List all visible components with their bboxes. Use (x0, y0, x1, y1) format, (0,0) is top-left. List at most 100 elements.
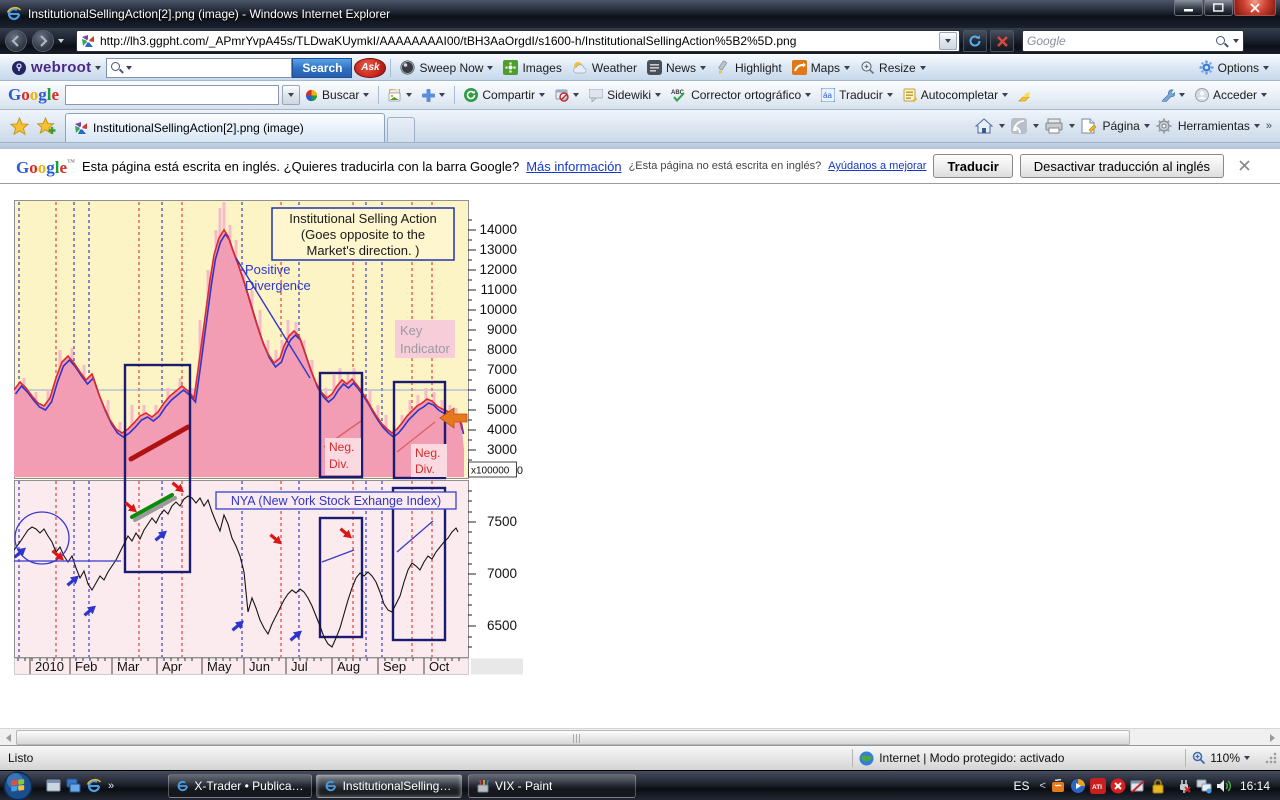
search-icon[interactable] (1215, 35, 1228, 48)
google-translate-bar: Google™ Esta página está escrita en ingl… (0, 149, 1280, 184)
clock[interactable]: 16:14 (1240, 779, 1270, 793)
add-gadget-button[interactable] (422, 89, 445, 102)
add-favorite-icon[interactable] (37, 117, 57, 136)
help-improve-link[interactable]: Ayúdanos a mejorar (828, 160, 926, 172)
close-button[interactable] (1234, 0, 1276, 16)
positive-divergence-label1: Positive (245, 262, 291, 277)
quicklaunch-switch-windows-icon[interactable] (66, 778, 82, 794)
active-tab[interactable]: InstitutionalSellingAction[2].png (image… (65, 113, 385, 142)
autofill-button[interactable]: Autocompletar (903, 88, 1008, 102)
buscar-button[interactable]: Buscar (305, 88, 369, 102)
chart-image[interactable]: Institutional Selling Action (Goes oppos… (14, 200, 524, 676)
popup-blocker-button[interactable] (555, 88, 579, 102)
spellcheck-button[interactable]: ABC Corrector ortográfico (671, 88, 811, 102)
scroll-right-arrow[interactable] (1264, 730, 1280, 745)
nya-label: NYA (New York Stock Exhange Index) (231, 494, 441, 508)
favorites-star-icon[interactable] (10, 117, 29, 136)
svg-text:Oct: Oct (429, 659, 450, 674)
language-indicator[interactable]: ES (1014, 779, 1030, 793)
pagina-button[interactable]: Página (1102, 119, 1149, 133)
marker-icon[interactable] (1017, 88, 1032, 103)
toolbar-settings-button[interactable] (1161, 88, 1185, 102)
home-icon[interactable] (975, 118, 993, 134)
restore-button[interactable] (1204, 0, 1233, 16)
address-field[interactable]: http://lh3.ggpht.com/_APmrYvpA45s/TLDwaK… (76, 30, 960, 52)
minimize-button[interactable] (1174, 0, 1203, 16)
quicklaunch-show-desktop-icon[interactable] (46, 778, 62, 794)
tray-lock-icon[interactable] (1150, 778, 1166, 794)
tray-ati-icon[interactable]: ATI (1090, 778, 1106, 794)
translate-bar-close-icon[interactable] (1239, 158, 1250, 174)
resize-grip[interactable] (1264, 751, 1278, 765)
tray-security-alert-icon[interactable] (1110, 778, 1126, 794)
taskbar-button-paint[interactable]: VIX - Paint (468, 774, 636, 798)
command-overflow-chevron[interactable]: » (1266, 120, 1272, 132)
acceder-button[interactable]: Acceder (1195, 88, 1267, 102)
webroot-search-input[interactable] (106, 58, 292, 78)
compartir-button[interactable]: Compartir (464, 88, 545, 102)
new-tab-button[interactable] (387, 117, 415, 142)
tray-power-icon[interactable] (1176, 778, 1192, 794)
gallery-button[interactable] (388, 89, 412, 102)
rss-feed-icon[interactable] (1011, 118, 1027, 134)
svg-text:9000: 9000 (487, 322, 517, 337)
address-dropdown[interactable] (939, 32, 957, 50)
images-button[interactable]: Images (503, 60, 561, 75)
translate-button[interactable]: áa Traducir (821, 88, 893, 102)
sweep-now-button[interactable]: Sweep Now (400, 60, 493, 75)
webroot-search-button[interactable]: Search (292, 58, 352, 78)
page-icon[interactable] (1081, 118, 1096, 134)
svg-text:10000: 10000 (479, 302, 517, 317)
scrollbar-thumb[interactable] (16, 730, 1130, 745)
more-info-link[interactable]: Más información (526, 159, 621, 174)
tray-volume-icon[interactable] (1216, 778, 1232, 794)
quicklaunch-ie-icon[interactable] (86, 778, 102, 794)
search-engine-dropdown[interactable] (1233, 39, 1239, 43)
refresh-button[interactable] (963, 30, 987, 52)
google-g-icon (305, 89, 318, 102)
ie-task-icon (324, 779, 338, 793)
zoom-level[interactable]: 110% (1210, 751, 1240, 765)
weather-button[interactable]: Weather (572, 60, 637, 75)
recent-pages-dropdown[interactable] (58, 39, 64, 43)
maps-button[interactable]: Maps (792, 60, 850, 75)
tray-java-icon[interactable] (1050, 778, 1066, 794)
window-titlebar[interactable]: InstitutionalSellingAction[2].png (image… (0, 0, 1280, 28)
autofill-icon (903, 88, 917, 102)
search-box[interactable]: Google (1022, 30, 1244, 52)
scroll-left-arrow[interactable] (0, 730, 16, 745)
traducir-button[interactable]: Traducir (933, 154, 1012, 178)
back-button[interactable] (5, 30, 27, 52)
resize-button[interactable]: Resize (860, 60, 926, 75)
sidewiki-button[interactable]: Sidewiki (589, 88, 661, 102)
zero-label: 0 (517, 465, 523, 477)
disable-translation-button[interactable]: Desactivar traducción al inglés (1020, 154, 1224, 178)
forward-button[interactable] (32, 30, 54, 52)
google-toolbar-logo: Google (8, 85, 59, 105)
svg-text:Feb: Feb (75, 659, 97, 674)
tray-media-icon[interactable] (1070, 778, 1086, 794)
command-bar: Página Herramientas » (975, 109, 1280, 142)
google-search-history-dropdown[interactable] (282, 85, 300, 105)
zoom-dropdown[interactable] (1244, 756, 1250, 760)
tray-network-icon[interactable] (1196, 778, 1212, 794)
svg-text:Aug: Aug (337, 659, 360, 674)
taskbar-button-institutional[interactable]: InstitutionalSellingA... (316, 774, 462, 798)
tray-blocked-window-icon[interactable] (1130, 778, 1146, 794)
highlight-button[interactable]: Highlight (716, 60, 782, 75)
horizontal-scrollbar[interactable] (0, 728, 1280, 745)
tools-gear-icon[interactable] (1156, 118, 1172, 134)
google-search-input[interactable] (65, 85, 279, 105)
news-button[interactable]: News (647, 60, 706, 75)
webroot-brand[interactable]: webroot (11, 59, 101, 76)
taskbar-button-xtrader[interactable]: X-Trader • Publicar ... (168, 774, 312, 798)
translate-message: Esta página está escrita en inglés. ¿Qui… (82, 159, 519, 174)
tray-collapse-chevron[interactable]: < (1040, 780, 1046, 792)
stop-button[interactable] (990, 30, 1014, 52)
print-icon[interactable] (1045, 118, 1063, 134)
scrollbar-grip (573, 734, 582, 743)
herramientas-button[interactable]: Herramientas (1178, 119, 1260, 133)
quicklaunch-overflow-chevron[interactable]: » (108, 780, 114, 792)
options-button[interactable]: Options (1199, 60, 1269, 75)
start-button[interactable] (2, 770, 34, 800)
